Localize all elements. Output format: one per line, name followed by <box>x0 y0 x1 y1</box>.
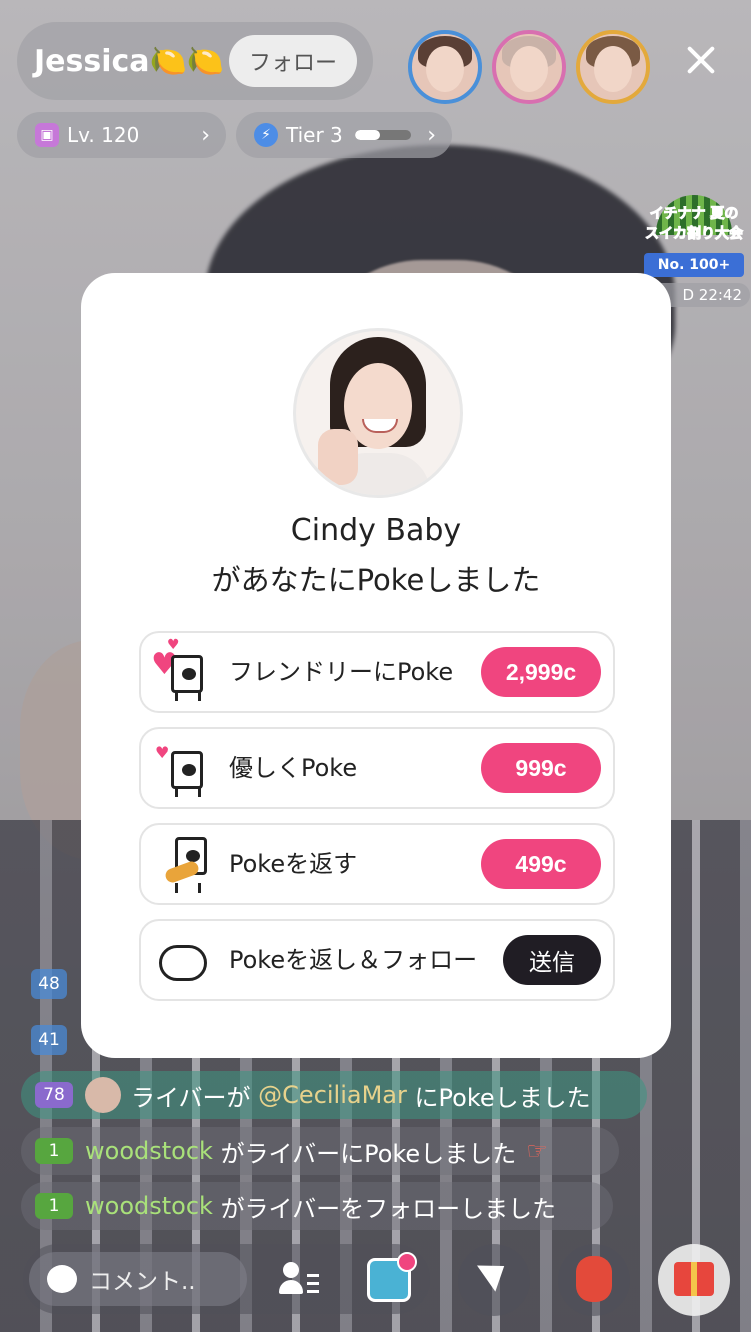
gummy-bear-gift-button[interactable] <box>558 1244 630 1316</box>
event-title: イチナナ 夏のスイカ割り大会 <box>645 206 744 243</box>
comment-input[interactable]: コメント.. <box>29 1252 247 1306</box>
option-label: Pokeを返し＆フォロー <box>229 946 478 974</box>
top-viewer-avatar-3[interactable] <box>576 30 650 104</box>
option-label: Pokeを返す <box>229 850 358 878</box>
chat-username[interactable]: woodstock <box>85 1137 213 1165</box>
top-viewer-avatar-1[interactable] <box>408 30 482 104</box>
send-button[interactable]: 送信 <box>503 935 601 985</box>
tier-progress-fill <box>354 130 380 140</box>
poke-option-return[interactable]: Pokeを返す 499c <box>139 823 615 905</box>
event-badge[interactable]: イチナナ 夏のスイカ割り大会 No. 100+ <box>644 195 744 279</box>
chat-message: 1 woodstock がライバーをフォローしました <box>21 1182 613 1230</box>
poke-dialog: Cindy Baby があなたにPokeしました ♥ ♥ フレンドリーにPoke… <box>81 273 671 1058</box>
chat-message: 78 ライバーが @CeciliaMar にPokeしました <box>21 1071 647 1119</box>
poke-option-friendly[interactable]: ♥ ♥ フレンドリーにPoke 2,999c <box>139 631 615 713</box>
chevron-right-icon: › <box>427 122 436 148</box>
level-pill[interactable]: ▣ Lv. 120 › <box>17 112 226 158</box>
tier-label: Tier 3 <box>286 123 343 147</box>
chat-username[interactable]: woodstock <box>85 1192 213 1220</box>
poke-option-gentle[interactable]: ♥ 優しくPoke 999c <box>139 727 615 809</box>
share-arrow-icon <box>477 1252 514 1292</box>
chat-level-badge: 78 <box>35 1082 73 1108</box>
notification-dot <box>397 1252 417 1272</box>
chat-bubble-icon <box>47 1265 77 1293</box>
chat-text: がライバーをフォローしました <box>220 1194 557 1223</box>
level-label: Lv. 120 <box>67 123 140 147</box>
gift-ribbon <box>691 1262 697 1296</box>
chat-level-badge: 1 <box>35 1138 73 1164</box>
tier-pill[interactable]: ⚡ Tier 3 › <box>236 112 452 158</box>
poke-hand-icon[interactable]: ☞ <box>526 1137 548 1165</box>
poke-message: があなたにPokeしました <box>211 563 541 597</box>
bottom-toolbar: コメント.. <box>23 1244 430 1314</box>
price-button[interactable]: 499c <box>481 839 601 889</box>
level-badge-icon: ▣ <box>35 123 59 147</box>
friendly-poke-mascot-icon: ♥ ♥ <box>151 637 213 703</box>
top-viewers <box>408 30 650 104</box>
chat-level-badge: 1 <box>35 1193 73 1219</box>
sender-name: Cindy Baby <box>290 513 462 548</box>
sender-avatar[interactable] <box>293 328 463 498</box>
close-icon[interactable] <box>683 42 719 78</box>
top-viewer-avatar-2[interactable] <box>492 30 566 104</box>
chat-text: にPokeしました <box>414 1083 591 1112</box>
gift-button[interactable] <box>658 1244 730 1316</box>
chat-message: 1 woodstock がライバーにPokeしました ☞ <box>21 1127 619 1175</box>
price-button[interactable]: 2,999c <box>481 647 601 697</box>
poke-option-return-follow[interactable]: Pokeを返し＆フォロー 送信 <box>139 919 615 1001</box>
chat-level-badge: 41 <box>31 1025 67 1055</box>
chat-text: ライバーが <box>131 1083 251 1112</box>
option-label: 優しくPoke <box>229 754 358 782</box>
host-name: Jessica🍋🍋 <box>34 43 225 79</box>
price-button[interactable]: 999c <box>481 743 601 793</box>
follow-button[interactable]: フォロー <box>229 35 357 87</box>
chat-level-badge: 48 <box>31 969 67 999</box>
pointing-glove-icon <box>151 929 213 991</box>
chat-text: がライバーにPokeしました <box>220 1139 517 1168</box>
viewers-list-icon[interactable] <box>279 1262 319 1298</box>
live-stream-screen: Jessica🍋🍋 フォロー ▣ Lv. 120 › ⚡ Tier 3 › イチ… <box>0 0 751 1332</box>
return-poke-mascot-icon <box>151 833 213 895</box>
comment-placeholder: コメント.. <box>89 1269 196 1295</box>
option-label: フレンドリーにPoke <box>229 658 454 686</box>
chat-mention[interactable]: @CeciliaMar <box>258 1081 407 1109</box>
event-rank: No. 100+ <box>644 253 744 277</box>
share-button[interactable] <box>458 1244 530 1316</box>
gummy-bear-icon <box>576 1256 612 1302</box>
gentle-poke-mascot-icon: ♥ <box>151 737 213 799</box>
chat-avatar <box>85 1077 121 1113</box>
tier-progress-bar <box>354 130 411 140</box>
host-info-pill[interactable]: Jessica🍋🍋 フォロー <box>17 22 373 100</box>
chevron-right-icon: › <box>201 122 210 148</box>
lightning-icon: ⚡ <box>254 123 278 147</box>
